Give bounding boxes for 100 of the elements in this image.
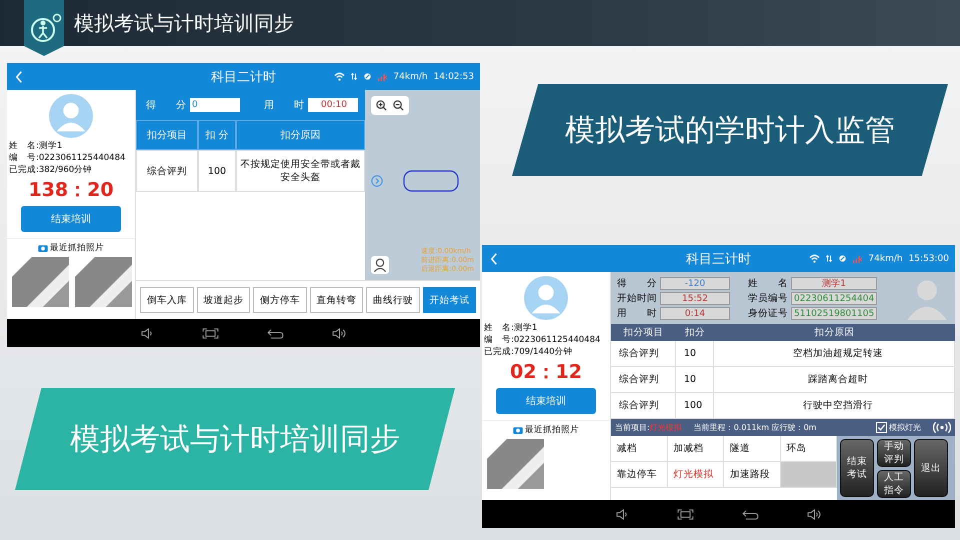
back-arrow-icon[interactable] <box>742 508 758 520</box>
student-info-text: 姓 名:测学1 <box>9 140 64 152</box>
info-label: 用 时 <box>617 306 657 320</box>
end-training-button[interactable]: 结束培训 <box>496 388 596 414</box>
recent-photos-label: 最近抓拍照片 <box>50 242 104 254</box>
maneuver-button[interactable]: 开始考试 <box>422 287 476 313</box>
table-cell: 10 <box>676 341 714 367</box>
zoom-out-icon[interactable] <box>393 100 404 111</box>
exam-item[interactable]: 减档 <box>611 436 668 462</box>
score-label: 得 分 <box>146 99 186 112</box>
data-arrows-icon <box>351 72 358 81</box>
wifi-icon <box>809 254 820 263</box>
score-field: 0 <box>190 98 240 112</box>
current-item-text: 当前项目:灯光模拟 <box>615 422 682 433</box>
info-label: 姓 名 <box>748 276 788 290</box>
camera-icon <box>513 426 523 434</box>
data-arrows-icon <box>826 254 832 263</box>
avatar-silhouette-icon <box>524 276 568 320</box>
photo-placeholder <box>487 439 544 489</box>
screen-title: 科目三计时 <box>686 250 751 268</box>
end-exam-button[interactable]: 结束考试 <box>840 439 874 497</box>
vehicle-outline-drawing <box>403 170 459 192</box>
student-info-text: 已完成:709/1440分钟 <box>484 346 574 358</box>
maneuver-button[interactable]: 倒车入库 <box>140 287 194 313</box>
exam-item[interactable]: 靠边停车 <box>611 462 668 488</box>
table-cell: 不按规定使用安全带或者戴安全头盔 <box>236 150 365 192</box>
manual-judge-button[interactable]: 手动评判 <box>877 439 911 467</box>
info-label: 身份证号 <box>748 306 788 320</box>
photo-placeholder <box>12 257 69 307</box>
countdown-timer: 138：20 <box>28 178 114 203</box>
info-value: 0:14 <box>660 306 730 320</box>
callout-text: 模拟考试与计时培训同步 <box>70 420 400 458</box>
table-cell: 空档加油超规定转速 <box>714 341 955 367</box>
table-cell: 综合评判 <box>611 341 676 367</box>
countdown-timer: 02：12 <box>510 360 582 385</box>
info-value: 15:52 <box>660 292 730 304</box>
signal-icon <box>853 254 862 263</box>
table-cell: 10 <box>676 367 714 393</box>
maneuver-button[interactable]: 坡道起步 <box>196 287 250 313</box>
maneuver-button[interactable]: 曲线行驶 <box>366 287 420 313</box>
zoom-in-icon[interactable] <box>376 100 387 111</box>
info-label: 开始时间 <box>617 292 657 306</box>
table-cell: 综合评判 <box>136 150 198 192</box>
column-header: 扣分原因 <box>236 120 365 150</box>
callout-text: 模拟考试的学时计入监管 <box>565 112 895 150</box>
table-cell: 踩踏离合超时 <box>714 367 955 393</box>
column-header: 扣分项目 <box>611 324 676 341</box>
speed-text: 74km/h <box>868 254 903 264</box>
back-icon[interactable] <box>15 70 23 82</box>
wifi-icon <box>334 72 346 81</box>
checkbox[interactable] <box>876 422 887 433</box>
manual-command-button[interactable]: 人工指令 <box>877 470 911 498</box>
empty-grid-cell <box>780 462 837 488</box>
checkbox-label: 模拟灯光 <box>889 422 921 433</box>
exam-item[interactable]: 加减档 <box>668 436 724 462</box>
clock-text: 15:53:00 <box>908 254 949 264</box>
column-header: 扣分 <box>676 324 714 341</box>
signal-icon <box>378 72 388 81</box>
info-value: 测学1 <box>791 276 878 290</box>
info-label: 得 分 <box>617 276 657 290</box>
driver-icon[interactable] <box>371 256 389 274</box>
volume-down-icon[interactable] <box>140 328 154 338</box>
broadcast-icon <box>933 422 951 433</box>
end-training-button[interactable]: 结束培训 <box>21 206 121 232</box>
volume-up-icon[interactable] <box>806 508 822 520</box>
info-value: 02230611254404 <box>791 292 878 304</box>
slide-title: 模拟考试与计时培训同步 <box>74 10 294 36</box>
column-header: 扣分项目 <box>136 120 198 150</box>
column-header: 扣分原因 <box>714 324 955 341</box>
table-cell: 综合评判 <box>611 367 676 393</box>
recent-photos-label: 最近抓拍照片 <box>525 424 579 436</box>
used-time-label: 用 时 <box>264 98 304 112</box>
maneuver-button[interactable]: 侧方停车 <box>253 287 306 313</box>
back-arrow-icon[interactable] <box>266 328 284 338</box>
speed-text: 74km/h <box>393 72 428 82</box>
camera-icon <box>38 244 48 252</box>
back-icon[interactable] <box>490 252 498 264</box>
maneuver-button[interactable]: 直角转弯 <box>310 287 363 313</box>
student-info-text: 编 号:0223061125440484 <box>484 334 602 346</box>
info-value: 51102519801105 <box>791 306 878 320</box>
table-cell: 100 <box>198 150 236 192</box>
exit-button[interactable]: 退出 <box>914 439 948 497</box>
clock-text: 14:02:53 <box>434 72 474 82</box>
screenshot-icon[interactable] <box>202 328 218 338</box>
mileage-text: 当前里程：0.011km 应行驶：0m <box>694 422 816 433</box>
student-info-text: 编 号:0223061125440484 <box>9 152 126 164</box>
student-info-text: 已完成:382/960分钟 <box>9 164 94 176</box>
photo-placeholder <box>75 257 132 307</box>
exam-item[interactable]: 隧道 <box>724 436 780 462</box>
used-time-field: 00:10 <box>308 98 358 112</box>
info-label: 学员编号 <box>748 292 788 306</box>
volume-down-icon[interactable] <box>616 508 628 520</box>
column-header: 扣 分 <box>198 120 236 150</box>
student-info-text: 姓 名:测学1 <box>484 322 538 334</box>
exam-item[interactable]: 灯光模拟 <box>668 462 724 488</box>
volume-up-icon[interactable] <box>332 328 346 338</box>
screen-title: 科目二计时 <box>211 68 276 86</box>
avatar-silhouette-icon <box>49 94 93 138</box>
info-value: -120 <box>660 276 730 290</box>
screenshot-icon[interactable] <box>676 508 694 520</box>
